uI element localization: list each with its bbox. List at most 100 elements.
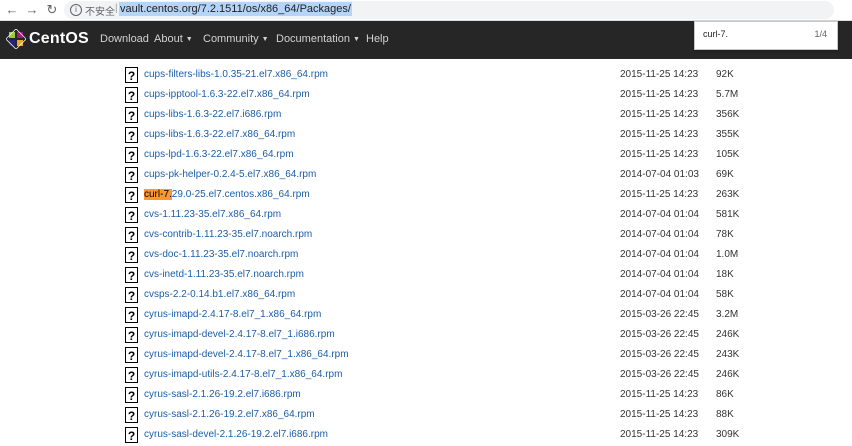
- nav-help[interactable]: Help: [366, 33, 389, 45]
- unknown-file-icon: ?: [125, 247, 138, 263]
- nav-documentation[interactable]: Documentation ▼: [276, 33, 360, 45]
- file-link[interactable]: cyrus-imapd-devel-2.4.17-8.el7_1.i686.rp…: [144, 329, 335, 340]
- brand-name[interactable]: CentOS: [29, 30, 89, 48]
- unknown-file-icon: ?: [125, 227, 138, 243]
- unknown-file-icon: ?: [125, 207, 138, 223]
- file-date: 2014-07-04 01:04: [620, 209, 699, 220]
- file-row: ? cups-pk-helper-0.2.4-5.el7.x86_64.rpm 20…: [0, 166, 852, 186]
- file-date: 2015-03-26 22:45: [620, 309, 699, 320]
- caret-down-icon: ▼: [261, 36, 269, 43]
- address-separator: |: [115, 3, 118, 14]
- file-link[interactable]: cyrus-imapd-2.4.17-8.el7_1.x86_64.rpm: [144, 309, 321, 320]
- file-size: 246K: [716, 329, 740, 340]
- file-size: 92K: [716, 69, 734, 80]
- nav-documentation-label: Documentation: [276, 33, 350, 45]
- file-link[interactable]: cvs-1.11.23-35.el7.x86_64.rpm: [144, 209, 281, 220]
- insecure-label: 不安全: [85, 7, 115, 18]
- unknown-file-icon: ?: [125, 387, 138, 403]
- unknown-file-icon: ?: [125, 427, 138, 443]
- caret-down-icon: ▼: [185, 36, 193, 43]
- nav-download[interactable]: Download: [100, 33, 149, 45]
- file-size: 86K: [716, 389, 734, 400]
- file-size: 356K: [716, 109, 740, 120]
- reload-icon[interactable]: ↻: [44, 2, 60, 18]
- file-size: 88K: [716, 409, 734, 420]
- unknown-file-icon: ?: [125, 347, 138, 363]
- file-date: 2015-03-26 22:45: [620, 369, 699, 380]
- file-link-rest: 29.0-25.el7.centos.x86_64.rpm: [171, 189, 310, 200]
- unknown-file-icon: ?: [125, 67, 138, 83]
- find-bar[interactable]: curl-7. 1/4: [694, 21, 838, 50]
- nav-about-label: About: [154, 33, 183, 45]
- address-bar[interactable]: i 不安全 | vault.centos.org/7.2.1511/os/x86…: [64, 1, 834, 19]
- file-link[interactable]: cvs-doc-1.11.23-35.el7.noarch.rpm: [144, 249, 298, 260]
- centos-logo-icon[interactable]: [6, 29, 26, 49]
- file-row: ? cyrus-imapd-utils-2.4.17-8.el7_1.x86_64…: [0, 366, 852, 386]
- file-link[interactable]: cyrus-sasl-2.1.26-19.2.el7.i686.rpm: [144, 389, 301, 400]
- nav-community-label: Community: [203, 33, 259, 45]
- unknown-file-icon: ?: [125, 147, 138, 163]
- find-match-highlight: curl-7.: [144, 189, 172, 200]
- file-date: 2015-11-25 14:23: [620, 429, 699, 440]
- unknown-file-icon: ?: [125, 407, 138, 423]
- file-link[interactable]: cyrus-sasl-devel-2.1.26-19.2.el7.i686.rp…: [144, 429, 328, 440]
- file-date: 2014-07-04 01:04: [620, 289, 699, 300]
- file-link[interactable]: cyrus-imapd-utils-2.4.17-8.el7_1.x86_64.…: [144, 369, 342, 380]
- unknown-file-icon: ?: [125, 307, 138, 323]
- unknown-file-icon: ?: [125, 167, 138, 183]
- file-size: 58K: [716, 289, 734, 300]
- file-row: ? curl-7.29.0-25.el7.centos.x86_64.rpm 201…: [0, 186, 852, 206]
- file-link[interactable]: cups-pk-helper-0.2.4-5.el7.x86_64.rpm: [144, 169, 316, 180]
- file-date: 2015-11-25 14:23: [620, 409, 699, 420]
- file-size: 18K: [716, 269, 734, 280]
- file-link[interactable]: cyrus-sasl-2.1.26-19.2.el7.x86_64.rpm: [144, 409, 315, 420]
- unknown-file-icon: ?: [125, 107, 138, 123]
- file-link[interactable]: cups-lpd-1.6.3-22.el7.x86_64.rpm: [144, 149, 294, 160]
- file-size: 309K: [716, 429, 740, 440]
- unknown-file-icon: ?: [125, 267, 138, 283]
- file-row: ? cups-lpd-1.6.3-22.el7.x86_64.rpm 2015-11…: [0, 146, 852, 166]
- unknown-file-icon: ?: [125, 87, 138, 103]
- file-row: ? cvs-doc-1.11.23-35.el7.noarch.rpm 2014-0…: [0, 246, 852, 266]
- file-size: 5.7M: [716, 89, 739, 100]
- file-row: ? cups-libs-1.6.3-22.el7.i686.rpm 2015-11-…: [0, 106, 852, 126]
- unknown-file-icon: ?: [125, 287, 138, 303]
- file-date: 2015-11-25 14:23: [620, 149, 699, 160]
- browser-toolbar: ← → ↻ i 不安全 | vault.centos.org/7.2.1511/…: [0, 0, 852, 21]
- file-row: ? cyrus-imapd-devel-2.4.17-8.el7_1.i686.r…: [0, 326, 852, 346]
- file-link[interactable]: cvs-inetd-1.11.23-35.el7.noarch.rpm: [144, 269, 304, 280]
- nav-about[interactable]: About ▼: [154, 33, 193, 45]
- url-text[interactable]: vault.centos.org/7.2.1511/os/x86_64/Pack…: [119, 2, 352, 16]
- file-link[interactable]: curl-7.29.0-25.el7.centos.x86_64.rpm: [144, 189, 310, 200]
- file-size: 3.2M: [716, 309, 739, 320]
- file-row: ? cyrus-sasl-devel-2.1.26-19.2.el7.i686.r…: [0, 426, 852, 446]
- info-icon[interactable]: i: [70, 4, 82, 16]
- file-size: 246K: [716, 369, 740, 380]
- file-link[interactable]: cvs-contrib-1.11.23-35.el7.noarch.rpm: [144, 229, 312, 240]
- file-date: 2014-07-04 01:03: [620, 169, 699, 180]
- file-date: 2015-11-25 14:23: [620, 189, 699, 200]
- file-link[interactable]: cups-filters-libs-1.0.35-21.el7.x86_64.r…: [144, 69, 328, 80]
- file-date: 2014-07-04 01:04: [620, 269, 699, 280]
- file-size: 263K: [716, 189, 740, 200]
- caret-down-icon: ▼: [353, 36, 360, 43]
- file-link[interactable]: cvsps-2.2-0.14.b1.el7.x86_64.rpm: [144, 289, 295, 300]
- file-link[interactable]: cyrus-imapd-devel-2.4.17-8.el7_1.x86_64.…: [144, 349, 349, 360]
- file-date: 2015-11-25 14:23: [620, 129, 699, 140]
- file-row: ? cyrus-imapd-2.4.17-8.el7_1.x86_64.rpm 20…: [0, 306, 852, 326]
- file-date: 2014-07-04 01:04: [620, 229, 699, 240]
- file-link[interactable]: cups-libs-1.6.3-22.el7.i686.rpm: [144, 109, 281, 120]
- back-arrow-icon[interactable]: ←: [4, 2, 20, 18]
- file-link[interactable]: cups-ipptool-1.6.3-22.el7.x86_64.rpm: [144, 89, 310, 100]
- file-link[interactable]: cups-libs-1.6.3-22.el7.x86_64.rpm: [144, 129, 295, 140]
- file-size: 105K: [716, 149, 740, 160]
- file-date: 2015-03-26 22:45: [620, 349, 699, 360]
- file-row: ? cvs-1.11.23-35.el7.x86_64.rpm 2014-07-04…: [0, 206, 852, 226]
- nav-community[interactable]: Community ▼: [203, 33, 269, 45]
- forward-arrow-icon[interactable]: →: [24, 2, 40, 18]
- find-input[interactable]: curl-7.: [703, 29, 728, 39]
- unknown-file-icon: ?: [125, 187, 138, 203]
- file-row: ? cyrus-sasl-2.1.26-19.2.el7.i686.rpm 2015…: [0, 386, 852, 406]
- file-date: 2014-07-04 01:04: [620, 249, 699, 260]
- unknown-file-icon: ?: [125, 327, 138, 343]
